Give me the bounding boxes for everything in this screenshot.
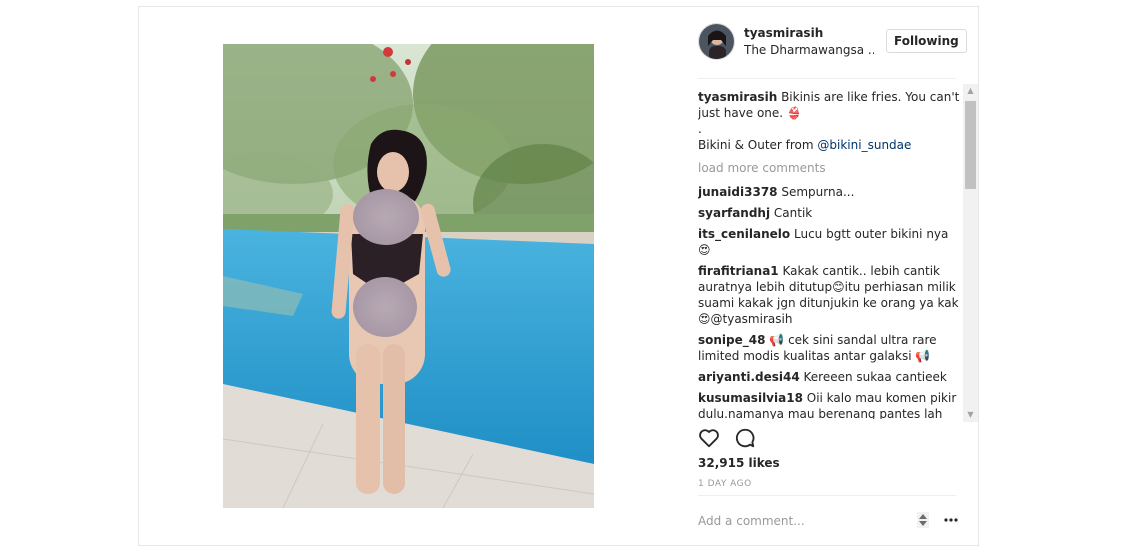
list-item: its_cenilanelo Lucu bgtt outer bikini ny… bbox=[698, 226, 960, 258]
following-button[interactable]: Following bbox=[886, 29, 967, 53]
list-item: junaidi3378 Sempurna... bbox=[698, 184, 960, 200]
caption: tyasmirasih Bikinis are like fries. You … bbox=[698, 89, 960, 153]
caption-dot: . bbox=[698, 122, 702, 136]
add-comment-input[interactable] bbox=[698, 511, 908, 531]
speech-bubble-icon[interactable] bbox=[734, 427, 756, 449]
post-username[interactable]: tyasmirasih bbox=[744, 26, 823, 40]
list-item: syarfandhj Cantik bbox=[698, 205, 960, 221]
divider bbox=[698, 78, 956, 79]
list-item: sonipe_48 📢 cek sini sandal ultra rare l… bbox=[698, 332, 960, 364]
post-sidebar: tyasmirasih The Dharmawangsa ... Followi… bbox=[698, 7, 980, 547]
post-header: tyasmirasih The Dharmawangsa ... Followi… bbox=[698, 23, 967, 63]
comment-username[interactable]: its_cenilanelo bbox=[698, 227, 790, 241]
list-item: kusumasilvia18 Oii kalo mau komen pikir … bbox=[698, 390, 960, 419]
comments-list[interactable]: tyasmirasih Bikinis are like fries. You … bbox=[698, 89, 960, 419]
more-dots-icon[interactable] bbox=[944, 512, 958, 526]
comment-username[interactable]: junaidi3378 bbox=[698, 185, 778, 199]
comment-text: Sempurna... bbox=[781, 185, 855, 199]
load-more-comments[interactable]: load more comments bbox=[698, 160, 960, 176]
comment-username[interactable]: kusumasilvia18 bbox=[698, 391, 803, 405]
list-item: firafitriana1 Kakak cantik.. lebih canti… bbox=[698, 263, 960, 327]
caption-username[interactable]: tyasmirasih bbox=[698, 90, 777, 104]
heart-icon[interactable] bbox=[698, 427, 720, 449]
comment-text: Cantik bbox=[773, 206, 813, 220]
resize-handle-icon[interactable] bbox=[917, 512, 929, 528]
action-bar bbox=[698, 425, 956, 453]
triangle-down-icon[interactable]: ▼ bbox=[963, 408, 978, 422]
caption-mention[interactable]: @bikini_sundae bbox=[817, 138, 911, 152]
post-card: tyasmirasih The Dharmawangsa ... Followi… bbox=[138, 6, 979, 546]
divider bbox=[698, 495, 956, 496]
list-item: ariyanti.desi44 Kereeen sukaa cantieek bbox=[698, 369, 960, 385]
comments-scrollbar[interactable]: ▲ ▼ bbox=[963, 84, 978, 422]
comment-username[interactable]: syarfandhj bbox=[698, 206, 770, 220]
post-timestamp: 1 DAY AGO bbox=[698, 479, 752, 489]
post-photo-image bbox=[223, 44, 594, 508]
post-photo[interactable] bbox=[223, 44, 594, 508]
triangle-up-icon[interactable]: ▲ bbox=[963, 84, 978, 98]
caption-credit: Bikini & Outer from bbox=[698, 138, 818, 152]
likes-count[interactable]: 32,915 likes bbox=[698, 456, 780, 470]
comment-username[interactable]: firafitriana1 bbox=[698, 264, 779, 278]
scrollbar-thumb[interactable] bbox=[965, 101, 976, 189]
comment-username[interactable]: sonipe_48 bbox=[698, 333, 765, 347]
avatar[interactable] bbox=[698, 23, 735, 60]
comment-text: Kereeen sukaa cantieek bbox=[803, 370, 947, 384]
post-location[interactable]: The Dharmawangsa ... bbox=[744, 43, 874, 57]
comment-username[interactable]: ariyanti.desi44 bbox=[698, 370, 800, 384]
